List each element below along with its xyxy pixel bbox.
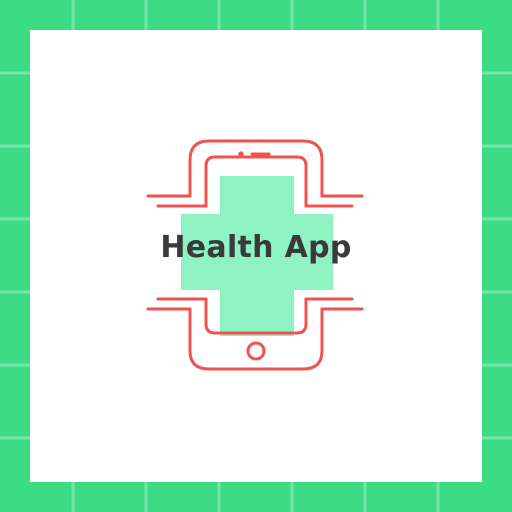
app-icon: Health App [0, 0, 512, 512]
app-title: Health App [160, 230, 352, 265]
